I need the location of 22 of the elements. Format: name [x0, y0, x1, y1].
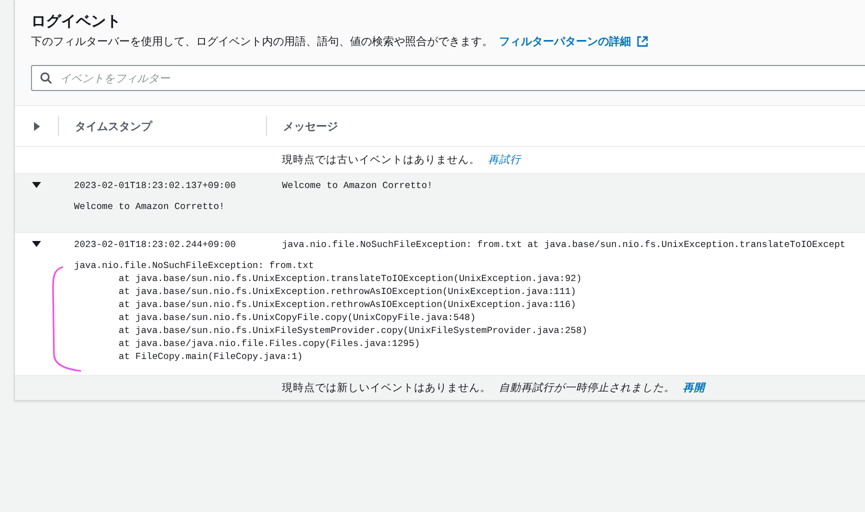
column-header[interactable]: タイムスタンプ	[58, 116, 266, 136]
event-detail-text: java.nio.file.NoSuchFileException: from.txt at java.base/sun.nio.fs.UnixException.translateToIOException(UnixException.java:92) at java.base/sun.nio.fs.UnixException.rethrowAsIOException(UnixException.java:111) at java.base/sun.nio.fs.UnixException.rethrowAsIOException(UnixException.java:116) at java.base/sun.nio.fs.UnixCopyFile.copy(UnixCopyFile.java:548) at java.base/sun.nio.fs.UnixFileSystemProvider.copy(UnixFileSystemProvider.java:258) at java.base/java.nio.file.Files.copy(Files.java:1295) at FileCopy.main(FileCopy.java:1)	[74, 259, 588, 363]
expand-all-icon[interactable]	[32, 122, 40, 130]
event-detail-text: Welcome to Amazon Corretto!	[74, 200, 226, 213]
caret-down-icon[interactable]	[32, 240, 41, 248]
retry-link[interactable]: 再試行	[488, 153, 521, 167]
message-cell-text: java.nio.file.NoSuchFileException: from.txt at java.base/sun.nio.fs.UnixException.translateToIOExcept	[281, 238, 846, 250]
caret-down-icon[interactable]	[32, 181, 41, 189]
panel-title: ログイベント	[31, 12, 122, 31]
log-event-row[interactable]: 2023-02-01T18:23:02.137+09:00 Welcome to Amazon Corretto! Welcome to Amazon Corretto!	[15, 173, 865, 232]
filter-field[interactable]: イベントをフィルター	[31, 65, 865, 91]
column-header[interactable]: メッセージ	[266, 116, 865, 136]
filter-pattern-link[interactable]: フィルターパターンの詳細	[499, 34, 631, 49]
timestamp-cell-text: 2023-02-01T18:23:02.137+09:00	[73, 180, 237, 190]
description-text: 下のフィルターバーを使用して、ログイベント内の用語、語句、値の検索や照合ができます。	[31, 34, 493, 49]
paused-note: 自動再試行が一時停止されました。	[499, 381, 675, 395]
resume-link[interactable]: 再開	[683, 381, 705, 395]
external-link-icon	[637, 36, 648, 47]
timestamp-cell-text: 2023-02-01T18:23:02.244+09:00	[73, 238, 237, 250]
notice-text: 現時点では古いイベントはありません。	[282, 153, 480, 167]
notice-text: 現時点では新しいイベントはありません。	[282, 381, 491, 395]
message-cell-text: Welcome to Amazon Corretto!	[281, 180, 434, 190]
